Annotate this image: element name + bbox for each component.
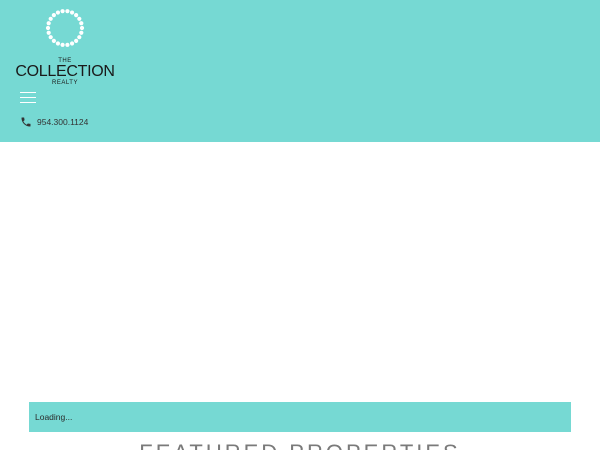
hamburger-menu-icon[interactable] [20, 91, 36, 103]
pearl-dot [74, 13, 79, 18]
pearl-dot [77, 35, 82, 40]
phone-number: 954.300.1124 [37, 117, 89, 127]
phone-icon [21, 117, 31, 127]
pearl-dot [55, 10, 61, 15]
pearl-dot [51, 38, 56, 43]
pearl-dot [77, 16, 82, 21]
pearl-dot [51, 13, 56, 18]
hamburger-line [20, 97, 36, 98]
pearl-dot [60, 42, 65, 47]
pearl-dot [48, 35, 53, 40]
pearl-dot [48, 16, 53, 21]
pearl-dot [45, 25, 51, 31]
pearl-dot [79, 30, 84, 35]
loading-bar: Loading... [29, 402, 571, 432]
hamburger-line [20, 92, 36, 93]
loading-text: Loading... [35, 412, 73, 422]
phone-link[interactable]: 954.300.1124 [20, 115, 88, 129]
pearl-dot [69, 10, 75, 15]
site-logo[interactable]: THE COLLECTION REALTY [10, 6, 120, 88]
logo-main-text: COLLECTION [15, 63, 115, 80]
pearl-dot [46, 30, 51, 35]
pearl-dot [60, 9, 65, 14]
hamburger-line [20, 102, 36, 103]
pearl-dot [74, 38, 79, 43]
pearl-dot [79, 21, 84, 26]
pearl-dot [55, 41, 61, 46]
pearl-dot [65, 9, 70, 14]
featured-properties-heading: FEATURED PROPERTIES [0, 440, 600, 450]
pearl-dot [65, 42, 70, 47]
pearl-dot [46, 21, 51, 26]
logo-realty-text: REALTY [52, 80, 78, 86]
pearl-ring-icon [45, 9, 85, 47]
pearl-dot [69, 41, 75, 46]
site-header: THE COLLECTION REALTY 954.300.1124 [0, 0, 600, 142]
pearl-dot [79, 25, 85, 31]
